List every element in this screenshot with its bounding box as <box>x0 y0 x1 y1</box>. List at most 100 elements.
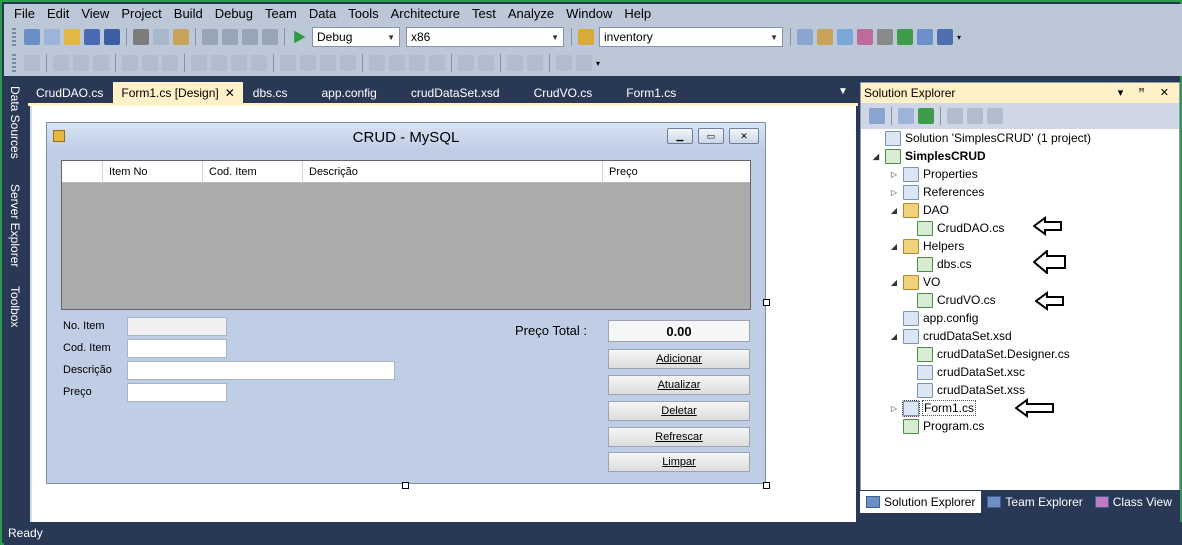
minimize-icon[interactable]: ▁ <box>667 128 693 144</box>
align-tops-icon[interactable] <box>122 55 138 71</box>
center-horizontally-icon[interactable] <box>458 55 474 71</box>
increase-vertical-spacing-icon[interactable] <box>389 55 405 71</box>
tree-item-crudvo[interactable]: CrudVO.cs <box>917 291 996 309</box>
tab-team-explorer[interactable]: Team Explorer <box>981 491 1088 513</box>
tab-order-icon[interactable] <box>556 55 572 71</box>
tree-item-program[interactable]: Program.cs <box>903 417 984 435</box>
decrease-horizontal-spacing-icon[interactable] <box>320 55 336 71</box>
increase-horizontal-spacing-icon[interactable] <box>300 55 316 71</box>
remove-horizontal-spacing-icon[interactable] <box>340 55 356 71</box>
adicionar-button[interactable]: Adicionar <box>608 349 750 369</box>
cut-icon[interactable] <box>133 29 149 45</box>
tree-item-vo-folder[interactable]: ◢ VO <box>889 273 940 291</box>
tab-dbs[interactable]: dbs.cs <box>245 82 296 104</box>
collapse-icon[interactable]: ◢ <box>889 332 899 341</box>
tab-class-view[interactable]: Class View <box>1089 491 1178 513</box>
menu-debug[interactable]: Debug <box>209 4 259 24</box>
open-file-icon[interactable] <box>64 29 80 45</box>
deletar-button[interactable]: Deletar <box>608 401 750 421</box>
tree-item-app-config[interactable]: app.config <box>903 309 978 327</box>
solution-explorer-icon[interactable] <box>797 29 813 45</box>
view-class-diagram-icon[interactable] <box>987 108 1003 124</box>
size-to-grid-icon[interactable] <box>211 55 227 71</box>
form-window[interactable]: CRUD - MySQL ▁ ▭ ✕ Item No Cod. Item Des… <box>46 122 766 484</box>
tab-cruddao[interactable]: CrudDAO.cs <box>28 82 111 104</box>
align-centers-icon[interactable] <box>73 55 89 71</box>
copy-icon[interactable] <box>153 29 169 45</box>
tab-crudvo[interactable]: CrudVO.cs <box>526 82 601 104</box>
object-browser-icon[interactable] <box>837 29 853 45</box>
show-all-files-icon[interactable] <box>898 108 914 124</box>
tree-item-solution[interactable]: Solution 'SimplesCRUD' (1 project) <box>871 129 1091 147</box>
navigate-forward-icon[interactable] <box>262 29 278 45</box>
collapse-icon[interactable]: ◢ <box>871 152 881 161</box>
maximize-icon[interactable]: ▭ <box>698 128 724 144</box>
properties-window-icon[interactable] <box>817 29 833 45</box>
save-icon[interactable] <box>84 29 100 45</box>
remove-vertical-spacing-icon[interactable] <box>429 55 445 71</box>
bring-to-front-icon[interactable] <box>507 55 523 71</box>
tab-dropdown-icon[interactable]: ▼ <box>838 86 848 97</box>
make-same-height-icon[interactable] <box>231 55 247 71</box>
menu-tools[interactable]: Tools <box>342 4 384 24</box>
menu-analyze[interactable]: Analyze <box>502 4 560 24</box>
collapse-icon[interactable]: ◢ <box>889 278 899 287</box>
extension-manager-icon[interactable] <box>877 29 893 45</box>
resize-handle-bottom[interactable] <box>402 482 409 489</box>
grid-col-cod-item[interactable]: Cod. Item <box>202 161 302 183</box>
refresh-icon[interactable] <box>918 108 934 124</box>
menu-data[interactable]: Data <box>303 4 342 24</box>
preco-field[interactable] <box>127 383 227 402</box>
item-no-field[interactable] <box>127 317 227 336</box>
expand-icon[interactable]: ▷ <box>889 188 899 197</box>
align-lefts-icon[interactable] <box>53 55 69 71</box>
menu-build[interactable]: Build <box>168 4 209 24</box>
tree-item-properties[interactable]: ▷ Properties <box>889 165 978 183</box>
menu-test[interactable]: Test <box>466 4 502 24</box>
grid-col-preco[interactable]: Preço <box>602 161 750 183</box>
tree-item-dao-folder[interactable]: ◢ DAO <box>889 201 949 219</box>
toolbar-grip[interactable] <box>12 28 16 46</box>
close-icon[interactable]: ✕ <box>225 82 235 104</box>
tab-crud-dataset[interactable]: crudDataSet.xsd <box>403 82 508 104</box>
align-middles-icon[interactable] <box>142 55 158 71</box>
find-in-files-icon[interactable] <box>578 29 594 45</box>
toolbox-tab[interactable]: Toolbox <box>6 286 24 327</box>
collapse-icon[interactable]: ◢ <box>889 206 899 215</box>
center-vertically-icon[interactable] <box>478 55 494 71</box>
team-explorer-icon[interactable] <box>917 29 933 45</box>
solution-configuration-select[interactable]: Debug ▼ <box>312 27 400 47</box>
save-all-icon[interactable] <box>104 29 120 45</box>
expand-icon[interactable]: ▷ <box>889 404 899 413</box>
tree-item-form1[interactable]: ▷ Form1.cs <box>889 399 977 417</box>
align-to-grid-icon[interactable] <box>24 55 40 71</box>
tree-item-dbs[interactable]: dbs.cs <box>917 255 972 273</box>
decrease-vertical-spacing-icon[interactable] <box>409 55 425 71</box>
toolbox-icon[interactable] <box>857 29 873 45</box>
tree-item-helpers-folder[interactable]: ◢ Helpers <box>889 237 964 255</box>
panel-window-buttons[interactable]: ▾ ꟸ ✕ <box>1118 83 1175 103</box>
align-bottoms-icon[interactable] <box>162 55 178 71</box>
add-item-icon[interactable] <box>44 29 60 45</box>
atualizar-button[interactable]: Atualizar <box>608 375 750 395</box>
toolbar-options-icon[interactable]: ▾ <box>596 59 600 68</box>
new-project-icon[interactable] <box>24 29 40 45</box>
make-same-size-icon[interactable] <box>251 55 267 71</box>
redo-icon[interactable] <box>222 29 238 45</box>
menu-help[interactable]: Help <box>618 4 657 24</box>
menu-team[interactable]: Team <box>259 4 303 24</box>
tab-app-config[interactable]: app.config <box>313 82 384 104</box>
tab-solution-explorer[interactable]: Solution Explorer <box>860 491 982 513</box>
menu-window[interactable]: Window <box>560 4 618 24</box>
view-code-icon[interactable] <box>947 108 963 124</box>
menu-project[interactable]: Project <box>115 4 167 24</box>
command-window-icon[interactable] <box>937 29 953 45</box>
find-combo[interactable]: inventory ▼ <box>599 27 783 47</box>
tree-item-cruddao[interactable]: CrudDAO.cs <box>917 219 1004 237</box>
send-to-back-icon[interactable] <box>527 55 543 71</box>
tree-item-dataset[interactable]: ◢ crudDataSet.xsd <box>889 327 1012 345</box>
navigate-backward-icon[interactable] <box>242 29 258 45</box>
data-sources-tab[interactable]: Data Sources <box>6 86 24 159</box>
resize-handle-right[interactable] <box>763 299 770 306</box>
tree-item-dataset-xss[interactable]: crudDataSet.xss <box>917 381 1025 399</box>
